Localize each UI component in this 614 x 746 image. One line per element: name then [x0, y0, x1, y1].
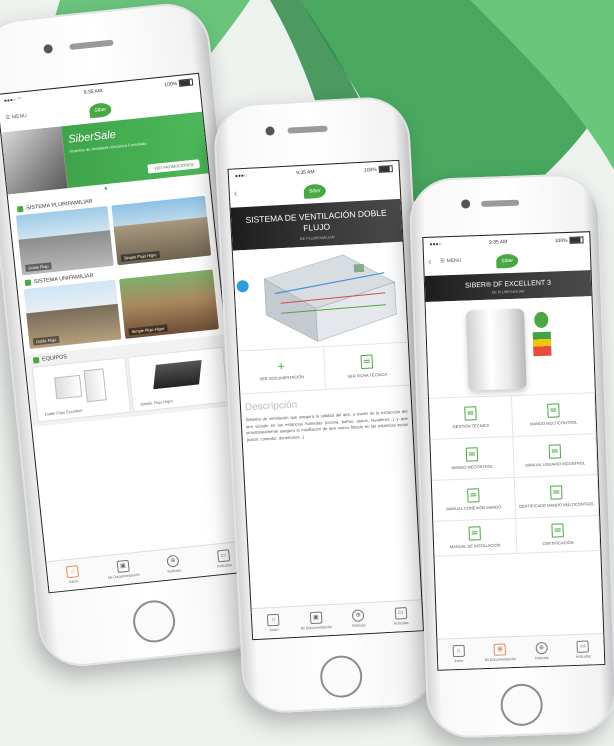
back-icon[interactable]: ‹ — [428, 257, 432, 268]
card-equipo-excellent[interactable]: Doble Flujo Excellent — [31, 356, 132, 423]
ver-ficha-button[interactable]: VER FICHA TÉCNICA — [323, 343, 410, 389]
plus-icon: + — [277, 358, 285, 373]
energy-label — [532, 331, 552, 357]
tab-articulos[interactable]: ▭ Artículos — [562, 634, 605, 665]
doc-manual-usuario[interactable]: MANUAL USUARIO MCONTROL — [513, 434, 598, 478]
status-time: 9:35 AM — [83, 87, 103, 96]
building-icon — [16, 205, 24, 213]
documents-screen: ●●●○ 9:35 AM 100% ‹ ☰ MENU Siber SIBER® … — [422, 231, 606, 671]
box-icon: ▣ — [116, 559, 130, 573]
tab-documentacion[interactable]: ▣ Mi Documentación — [97, 552, 150, 587]
energy-badge — [533, 311, 549, 329]
status-time: 9:35 AM — [488, 239, 508, 246]
box-icon: ▣ — [309, 611, 323, 625]
home-button[interactable] — [131, 598, 178, 645]
ver-documentacion-button[interactable]: + VER DOCUMENTACIÓN — [238, 347, 326, 394]
doc-certificado-mando[interactable]: CERTIFICADO MANDO MULTICONTROL — [514, 475, 600, 519]
phone-product: ●●●○ 9:35 AM 100% ‹ Siber SISTEMA DE VEN… — [212, 95, 440, 715]
document-icon — [360, 354, 373, 369]
home-icon: ⌂ — [267, 613, 280, 627]
document-icon — [548, 444, 562, 459]
home-button[interactable] — [319, 654, 364, 699]
battery-text: 100% — [554, 237, 568, 244]
document-icon — [465, 447, 479, 462]
signal-icon: ●●●○ — [429, 241, 442, 248]
battery-icon — [178, 77, 194, 87]
tab-bar: ⌂ Inicio ▣ Mi Documentación ⊕ Noticias ▭ Art… — [46, 540, 251, 593]
doc-gestion-tecnica[interactable]: GESTIÓN TÉCNICA — [428, 396, 514, 440]
book-icon: ▭ — [394, 607, 408, 620]
card-uni-simple-flujo[interactable]: Simple Flujo Higro — [119, 269, 219, 339]
battery-icon — [569, 235, 584, 244]
home-button[interactable] — [499, 683, 544, 727]
back-icon[interactable]: ‹ — [234, 188, 238, 199]
product-screen: ●●●○ 9:35 AM 100% ‹ Siber SISTEMA DE VEN… — [227, 159, 424, 641]
globe-icon: ⊕ — [166, 554, 180, 568]
card-doble-flujo[interactable]: Doble Flujo — [15, 206, 114, 276]
product-image — [425, 296, 595, 398]
home-icon: ⌂ — [66, 565, 80, 579]
book-icon: ▭ — [576, 640, 590, 653]
tab-articulos[interactable]: ▭ Artículos — [379, 600, 423, 632]
document-icon — [551, 523, 564, 538]
tab-noticias[interactable]: ⊕ Noticias — [147, 547, 200, 582]
doc-manual-instalacion[interactable]: MANUAL DE INSTALACIÓN — [433, 518, 518, 557]
card-equipo-higro[interactable]: Simple Flujo Higro — [127, 346, 229, 413]
tab-noticias[interactable]: ⊕ Noticias — [520, 635, 563, 666]
building-diagram — [232, 241, 408, 351]
card-simple-flujo[interactable]: Simple Flujo Higro — [111, 195, 212, 266]
box-icon: ▣ — [493, 643, 507, 656]
doc-mando-mecontrol[interactable]: MANDO MECONTROL — [430, 436, 515, 481]
status-time: 9:35 AM — [296, 169, 315, 177]
tab-bar: ⌂ Inicio ▣ Mi Documentación ⊕ Noticias ▭ Art… — [437, 632, 605, 670]
doc-manual-conexion[interactable]: MANUAL CONEXIÓN MANDO — [431, 477, 517, 522]
tab-bar: ⌂ Inicio ▣ Mi Documentación ⊕ Noticias ▭ Art… — [251, 599, 423, 640]
doc-certificacion[interactable]: CERTIFICACIÓN — [516, 516, 601, 554]
document-icon — [547, 403, 560, 418]
document-icon — [468, 526, 481, 541]
tab-documentacion[interactable]: ▣ Mi Documentación — [479, 637, 522, 668]
hero-button[interactable]: VER PROMOCIONES — [147, 159, 200, 174]
tab-inicio[interactable]: ⌂ Inicio — [437, 638, 480, 669]
book-icon: ▭ — [216, 549, 230, 563]
signal-icon: ●●●○ ◠ — [3, 96, 22, 105]
phone-documents: ●●●○ 9:35 AM 100% ‹ ☰ MENU Siber SIBER® … — [408, 172, 614, 740]
siber-logo: Siber — [303, 183, 327, 199]
house-icon — [24, 279, 32, 287]
hero-title: SiberSale — [67, 128, 117, 146]
card-uni-doble-flujo[interactable]: Doble Flujo — [23, 279, 122, 349]
document-icon — [464, 406, 477, 421]
equipos-band: EQUIPOS Doble Flujo Excellent Simple Flu… — [24, 334, 234, 428]
document-icon — [550, 485, 563, 500]
documents-grid: GESTIÓN TÉCNICA MANDO MULTICONTROL MANDO… — [428, 392, 601, 557]
promo-stage: ●●●○ ◠ 9:35 AM 100% ☰ MENU Siber SiberSa… — [0, 0, 614, 746]
siber-logo: Siber — [88, 102, 113, 119]
siber-logo: Siber — [495, 253, 519, 269]
home-icon: ⌂ — [452, 644, 465, 658]
battery-text: 100% — [363, 166, 377, 174]
tab-noticias[interactable]: ⊕ Noticias — [336, 603, 380, 635]
hero-photo — [1, 126, 68, 195]
menu-button[interactable]: ☰ MENU — [440, 258, 461, 265]
battery-icon — [378, 164, 393, 173]
tab-documentacion[interactable]: ▣ Mi Documentación — [294, 605, 338, 637]
globe-icon: ⊕ — [535, 641, 548, 655]
tab-inicio[interactable]: ⌂ Inicio — [252, 607, 296, 639]
menu-button[interactable]: ☰ MENU — [5, 113, 27, 121]
doc-mando-multicontrol[interactable]: MANDO MULTICONTROL — [511, 393, 597, 437]
document-icon — [467, 488, 480, 503]
signal-icon: ●●●○ — [234, 172, 248, 180]
device-icon — [32, 357, 40, 364]
tab-inicio[interactable]: ⌂ Inicio — [46, 557, 99, 592]
battery-text: 100% — [163, 80, 178, 88]
globe-icon: ⊕ — [352, 609, 365, 622]
